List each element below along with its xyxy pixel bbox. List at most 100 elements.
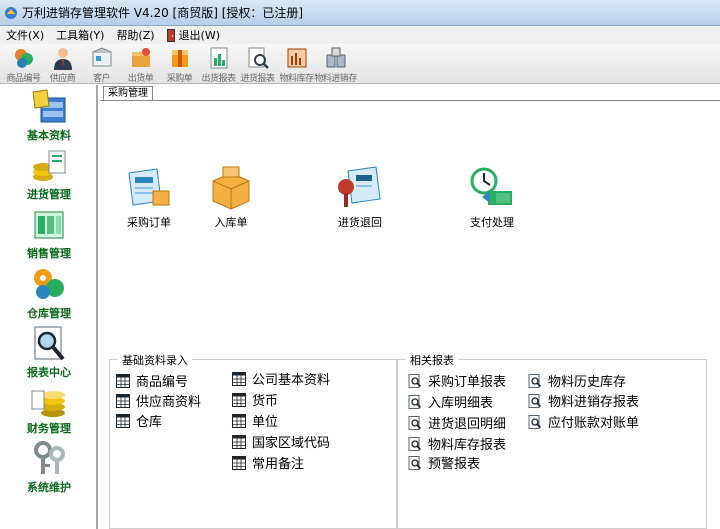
link-supplier-data-label: 供应商资料 bbox=[136, 395, 202, 410]
tab-divider bbox=[100, 100, 720, 101]
link-material-history[interactable]: 物料历史库存 bbox=[528, 371, 626, 390]
link-purchase-order-report-label: 采购订单报表 bbox=[428, 375, 507, 390]
menu-file[interactable]: 文件(X) bbox=[0, 26, 50, 44]
toolbar-inventory-label: 物料库存 bbox=[279, 74, 314, 84]
menu-bar: 文件(X) 工具箱(Y) 帮助(Z) 退出(W) bbox=[0, 26, 720, 44]
purchase-mgmt-icon bbox=[33, 150, 66, 181]
toolbar-purchase-button[interactable]: 采购单 bbox=[160, 44, 199, 84]
link-payable-statement[interactable]: 应付账款对账单 bbox=[528, 412, 639, 431]
purchase-return-icon bbox=[338, 166, 381, 207]
link-company-info[interactable]: 公司基本资料 bbox=[232, 369, 330, 388]
sidebar-item-system-maintenance-label: 系统维护 bbox=[27, 481, 71, 494]
toolbar-delivery-label: 出货单 bbox=[127, 74, 154, 84]
link-alert-report[interactable]: 预警报表 bbox=[408, 453, 480, 472]
sidebar-item-warehouse-mgmt-label: 仓库管理 bbox=[27, 307, 71, 320]
menu-help[interactable]: 帮助(Z) bbox=[110, 26, 160, 44]
toolbar-supplier-label: 供应商 bbox=[49, 74, 76, 84]
menu-file-label: 文件(X) bbox=[6, 29, 45, 42]
toolbar-delivery-button[interactable]: 出货单 bbox=[121, 44, 160, 84]
link-purchase-return-detail[interactable]: 进货退回明细 bbox=[408, 413, 506, 432]
link-currency[interactable]: 货币 bbox=[232, 390, 278, 409]
sidebar-item-report-center-label: 报表中心 bbox=[27, 366, 71, 379]
link-common-notes[interactable]: 常用备注 bbox=[232, 453, 304, 472]
sidebar-item-sales-mgmt-label: 销售管理 bbox=[27, 247, 71, 260]
action-stock-in[interactable]: 入库单 bbox=[196, 165, 266, 230]
link-purchase-order-report[interactable]: 采购订单报表 bbox=[408, 371, 506, 390]
link-material-history-label: 物料历史库存 bbox=[548, 375, 627, 390]
link-common-notes-label: 常用备注 bbox=[252, 457, 305, 472]
action-purchase-order[interactable]: 采购订单 bbox=[114, 165, 184, 230]
link-payable-statement-label: 应付账款对账单 bbox=[548, 416, 640, 431]
link-region-code-label: 国家区域代码 bbox=[252, 436, 331, 451]
action-purchase-return-label: 进货退回 bbox=[338, 216, 382, 229]
toolbar-product-label: 商品编号 bbox=[6, 74, 41, 84]
product-icon bbox=[14, 49, 33, 68]
action-stock-in-label: 入库单 bbox=[214, 216, 248, 229]
grid-table-icon bbox=[232, 392, 246, 407]
toolbar-customer-button[interactable]: 客户 bbox=[82, 44, 121, 84]
action-purchase-order-label: 采购订单 bbox=[127, 216, 171, 229]
material-flow-icon bbox=[326, 47, 345, 68]
menu-exit-label: 退出(W) bbox=[178, 29, 221, 42]
menu-exit[interactable]: 退出(W) bbox=[161, 26, 226, 44]
grid-table-icon bbox=[116, 413, 130, 428]
sidebar-item-report-center[interactable]: 报表中心 bbox=[0, 325, 98, 385]
link-warehouse-label: 仓库 bbox=[136, 415, 163, 430]
link-purchase-return-detail-label: 进货退回明细 bbox=[428, 417, 507, 432]
grid-table-icon bbox=[116, 373, 130, 388]
toolbar: 商品编号 供应商 客户 出货单 采购单 出货报表 进货报表 物料库存 物料进销存 bbox=[0, 44, 720, 84]
report-search-icon bbox=[528, 414, 542, 429]
toolbar-supplier-button[interactable]: 供应商 bbox=[43, 44, 82, 84]
toolbar-purchase-report-label: 进货报表 bbox=[240, 74, 275, 84]
app-window: 万利进销存管理软件 V4.20 [商贸版] [授权：已注册] 文件(X) 工具箱… bbox=[0, 0, 720, 529]
sidebar-item-basic-data[interactable]: 基本资料 bbox=[0, 88, 98, 148]
action-payment-label: 支付处理 bbox=[470, 216, 514, 229]
reports-group-title: 相关报表 bbox=[406, 352, 458, 368]
purchase-order-icon bbox=[128, 168, 170, 206]
toolbar-inventory-button[interactable]: 物料库存 bbox=[277, 44, 316, 84]
report-search-icon bbox=[408, 455, 422, 470]
link-unit[interactable]: 单位 bbox=[232, 411, 278, 430]
sidebar-item-purchase-mgmt[interactable]: 进货管理 bbox=[0, 147, 98, 207]
report-search-icon bbox=[408, 394, 422, 409]
sidebar-item-basic-data-label: 基本资料 bbox=[27, 129, 71, 142]
report-search-icon bbox=[408, 373, 422, 388]
menu-help-label: 帮助(Z) bbox=[116, 29, 155, 42]
link-product-code[interactable]: 商品编号 bbox=[116, 371, 188, 390]
sales-mgmt-icon bbox=[34, 211, 64, 239]
inventory-icon bbox=[287, 48, 306, 68]
supplier-icon bbox=[53, 48, 72, 70]
link-stock-in-detail[interactable]: 入库明细表 bbox=[408, 392, 493, 411]
link-stock-in-detail-label: 入库明细表 bbox=[428, 396, 494, 411]
toolbar-delivery-report-label: 出货报表 bbox=[201, 74, 236, 84]
toolbar-purchase-label: 采购单 bbox=[166, 74, 193, 84]
link-warehouse[interactable]: 仓库 bbox=[116, 411, 162, 430]
basic-data-icon bbox=[32, 89, 66, 123]
toolbar-purchase-report-button[interactable]: 进货报表 bbox=[238, 44, 277, 84]
sidebar-item-finance-mgmt-label: 财务管理 bbox=[27, 422, 71, 435]
sidebar-item-system-maintenance[interactable]: 系统维护 bbox=[0, 440, 98, 500]
toolbar-delivery-report-button[interactable]: 出货报表 bbox=[199, 44, 238, 84]
sidebar-item-warehouse-mgmt[interactable]: 仓库管理 bbox=[0, 266, 98, 326]
report-search-icon bbox=[528, 393, 542, 408]
action-purchase-return[interactable]: 进货退回 bbox=[325, 165, 395, 230]
toolbar-material-flow-label: 物料进销存 bbox=[314, 74, 357, 84]
link-material-flow-report[interactable]: 物料进销存报表 bbox=[528, 391, 639, 410]
warehouse-mgmt-icon bbox=[34, 269, 64, 299]
toolbar-product-button[interactable]: 商品编号 bbox=[4, 44, 43, 84]
basic-data-group-title: 基础资料录入 bbox=[118, 352, 192, 368]
link-inventory-report[interactable]: 物料库存报表 bbox=[408, 434, 506, 453]
grid-table-icon bbox=[232, 413, 246, 428]
link-supplier-data[interactable]: 供应商资料 bbox=[116, 391, 201, 410]
report-search-icon bbox=[528, 373, 542, 388]
purchase-report-icon bbox=[248, 47, 269, 69]
delivery-icon bbox=[131, 48, 150, 67]
tab-purchase-mgmt[interactable]: 采购管理 bbox=[103, 86, 153, 100]
action-payment[interactable]: 支付处理 bbox=[457, 165, 527, 230]
exit-door-icon bbox=[166, 28, 175, 42]
sidebar-item-sales-mgmt[interactable]: 销售管理 bbox=[0, 206, 98, 266]
link-region-code[interactable]: 国家区域代码 bbox=[232, 432, 330, 451]
toolbar-material-flow-button[interactable]: 物料进销存 bbox=[314, 44, 357, 84]
menu-tools[interactable]: 工具箱(Y) bbox=[50, 26, 110, 44]
sidebar-item-finance-mgmt[interactable]: 财务管理 bbox=[0, 381, 98, 441]
